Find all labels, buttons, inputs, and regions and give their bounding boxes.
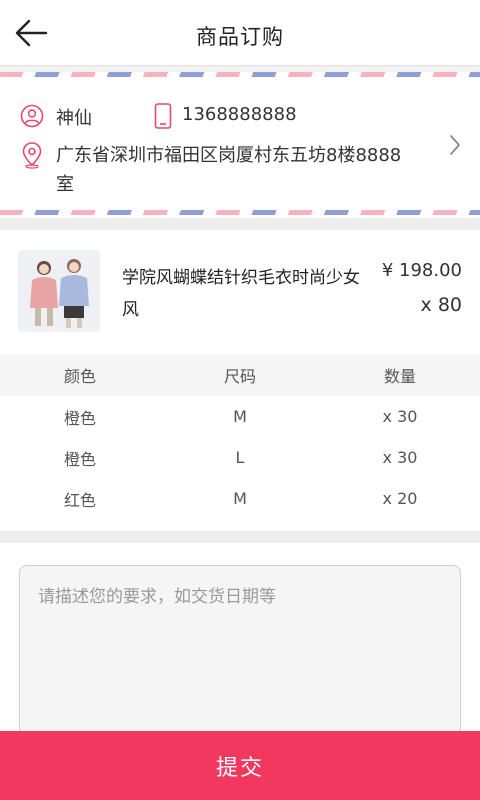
row-color: 红色: [63, 490, 96, 510]
address-card[interactable]: 神仙 1368888888 广东省深圳市福田区岗厦村东五坊8楼8888室: [0, 72, 480, 218]
row-size: M: [233, 407, 247, 426]
nav-bar: 商品订购: [0, 0, 480, 66]
table-row: 红色 M x 20: [0, 478, 480, 519]
product-price: ¥ 198.00: [381, 260, 462, 281]
row-quantity: x 30: [382, 407, 418, 426]
page-title: 商品订购: [196, 25, 284, 49]
submit-button[interactable]: 提交: [0, 731, 480, 800]
phone-icon: [154, 103, 172, 129]
row-size: L: [235, 448, 245, 467]
table-row: 橙色 M x 30: [0, 396, 480, 437]
recipient-name: 神仙: [56, 108, 92, 129]
header-color: 颜色: [63, 367, 96, 386]
row-color: 橙色: [63, 408, 96, 428]
row-quantity: x 30: [382, 448, 418, 467]
envelope-stripe-top: [0, 72, 480, 77]
spec-table-header: 颜色 尺码 数量: [0, 354, 480, 396]
product-image[interactable]: [18, 250, 100, 332]
recipient-phone: 1368888888: [182, 104, 297, 125]
row-quantity: x 20: [382, 489, 418, 508]
person-icon: [20, 104, 44, 128]
row-color: 橙色: [63, 449, 96, 469]
envelope-stripe-bottom: [0, 210, 480, 215]
product-quantity: x 80: [420, 294, 462, 316]
location-pin-icon: [22, 142, 42, 169]
divider: [0, 218, 480, 230]
row-size: M: [233, 489, 247, 508]
header-quantity: 数量: [383, 367, 416, 386]
table-row: 橙色 L x 30: [0, 437, 480, 478]
chevron-right-icon[interactable]: [448, 134, 462, 156]
product-item: 学院风蝴蝶结针织毛衣时尚少女风 ¥ 198.00 x 80: [0, 230, 480, 354]
address-detail: 广东省深圳市福田区岗厦村东五坊8楼8888室: [56, 145, 402, 195]
header-size: 尺码: [223, 367, 256, 386]
product-name: 学院风蝴蝶结针织毛衣时尚少女风: [122, 268, 360, 320]
divider: [0, 531, 480, 543]
